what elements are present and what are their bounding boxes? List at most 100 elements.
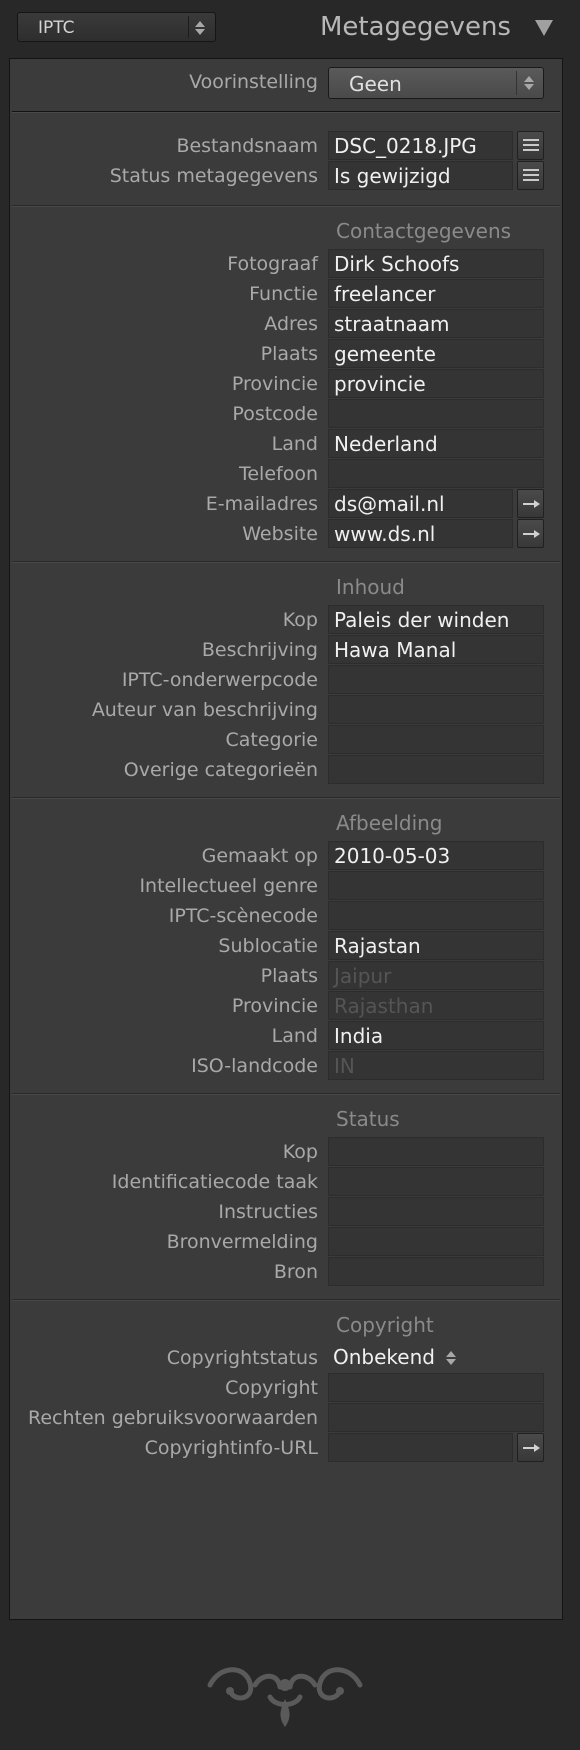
instructions-field[interactable] <box>328 1197 544 1226</box>
field-value: provincie <box>334 372 426 396</box>
field-label: Plaats <box>260 343 318 365</box>
filename-field[interactable]: DSC_0218.JPG <box>328 131 513 160</box>
other-categories-field[interactable] <box>328 755 544 784</box>
field-label: Copyrightinfo-URL <box>144 1437 318 1459</box>
contact-row: Fotograaf Dirk Schoofs <box>10 249 564 279</box>
sublocation-field[interactable]: Rajastan <box>328 931 544 960</box>
copyright-row: Copyright <box>10 1373 564 1403</box>
job-title-field[interactable]: freelancer <box>328 279 544 308</box>
image-row: Plaats Jaipur <box>10 961 564 991</box>
content-row: Categorie <box>10 725 564 755</box>
phone-field[interactable] <box>328 459 544 488</box>
field-label: Bron <box>273 1261 318 1283</box>
contact-row: E-mailadres ds@mail.nl <box>10 489 564 519</box>
address-field[interactable]: straatnaam <box>328 309 544 338</box>
contact-row: Website www.ds.nl <box>10 519 564 549</box>
section-heading-image: Afbeelding <box>336 811 443 835</box>
category-field[interactable] <box>328 725 544 754</box>
subject-code-field[interactable] <box>328 665 544 694</box>
headline-field[interactable]: Paleis der winden <box>328 605 544 634</box>
field-label: Provincie <box>231 373 318 395</box>
image-city-field[interactable]: Jaipur <box>328 961 544 990</box>
date-created-field[interactable]: 2010-05-03 <box>328 841 544 870</box>
field-value: straatnaam <box>334 312 450 336</box>
file-row-filename: Bestandsnaam DSC_0218.JPG <box>10 131 564 161</box>
image-province-field[interactable]: Rajasthan <box>328 991 544 1020</box>
country-field[interactable]: Nederland <box>328 429 544 458</box>
iso-country-code-field[interactable]: IN <box>328 1051 544 1080</box>
contact-row: Land Nederland <box>10 429 564 459</box>
postal-code-field[interactable] <box>328 399 544 428</box>
image-country-field[interactable]: India <box>328 1021 544 1050</box>
copyright-field[interactable] <box>328 1373 544 1402</box>
contact-row: Adres straatnaam <box>10 309 564 339</box>
field-label: Fotograaf <box>227 253 318 275</box>
scene-code-field[interactable] <box>328 901 544 930</box>
email-go-button[interactable] <box>517 489 544 518</box>
description-field[interactable]: Hawa Manal <box>328 635 544 664</box>
job-identifier-field[interactable] <box>328 1167 544 1196</box>
field-label: Provincie <box>231 995 318 1017</box>
status-title-field[interactable] <box>328 1137 544 1166</box>
copyright-status-row: Copyrightstatus Onbekend <box>10 1343 564 1373</box>
source-field[interactable] <box>328 1257 544 1286</box>
field-label: Auteur van beschrijving <box>91 699 318 721</box>
field-label: Kop <box>282 1141 318 1163</box>
field-label: Kop <box>282 609 318 631</box>
panel-end-ornament-icon <box>207 1667 363 1727</box>
list-icon <box>523 138 539 153</box>
file-row-status: Status metagegevens Is gewijzigd <box>10 161 564 191</box>
field-value: Dirk Schoofs <box>334 252 460 276</box>
filename-list-button[interactable] <box>517 131 544 160</box>
status-list-button[interactable] <box>517 161 544 190</box>
stepper-icon <box>446 1349 456 1367</box>
divider <box>12 1299 560 1301</box>
contact-row: Provincie provincie <box>10 369 564 399</box>
image-row: Intellectueel genre <box>10 871 564 901</box>
contact-row: Postcode <box>10 399 564 429</box>
metadata-set-dropdown[interactable]: IPTC <box>17 12 216 42</box>
field-value: 2010-05-03 <box>334 844 451 868</box>
photographer-field[interactable]: Dirk Schoofs <box>328 249 544 278</box>
field-label: Identificatiecode taak <box>111 1171 318 1193</box>
credit-line-field[interactable] <box>328 1227 544 1256</box>
field-label: Bestandsnaam <box>176 135 318 157</box>
list-icon <box>523 168 539 183</box>
field-label: Sublocatie <box>218 935 318 957</box>
field-value: freelancer <box>334 282 436 306</box>
field-value: gemeente <box>334 342 436 366</box>
panel-title[interactable]: Metagegevens <box>320 12 511 42</box>
website-go-button[interactable] <box>517 519 544 548</box>
content-row: Kop Paleis der winden <box>10 605 564 635</box>
section-heading-content: Inhoud <box>336 575 405 599</box>
city-field[interactable]: gemeente <box>328 339 544 368</box>
email-field[interactable]: ds@mail.nl <box>328 489 513 518</box>
content-row: IPTC-onderwerpcode <box>10 665 564 695</box>
collapse-triangle-icon[interactable] <box>535 20 553 36</box>
field-label: Gemaakt op <box>201 845 318 867</box>
status-row: Bron <box>10 1257 564 1287</box>
divider <box>12 111 560 113</box>
copyright-url-go-button[interactable] <box>517 1433 544 1462</box>
rights-usage-terms-field[interactable] <box>328 1403 544 1432</box>
copyright-info-url-field[interactable] <box>328 1433 513 1462</box>
website-field[interactable]: www.ds.nl <box>328 519 513 548</box>
contact-row: Telefoon <box>10 459 564 489</box>
field-value: India <box>334 1024 384 1048</box>
description-writer-field[interactable] <box>328 695 544 724</box>
field-value: DSC_0218.JPG <box>334 134 477 158</box>
field-label: Beschrijving <box>201 639 318 661</box>
metadata-status-field[interactable]: Is gewijzigd <box>328 161 513 190</box>
image-row: Provincie Rajasthan <box>10 991 564 1021</box>
dropdown-divider <box>188 16 189 38</box>
stepper-icon <box>195 19 205 37</box>
field-value: Hawa Manal <box>334 638 457 662</box>
field-label: Bronvermelding <box>166 1231 318 1253</box>
field-label: Intellectueel genre <box>139 875 318 897</box>
province-field[interactable]: provincie <box>328 369 544 398</box>
field-value: Paleis der winden <box>334 608 510 632</box>
field-label: Copyrightstatus <box>166 1347 318 1369</box>
image-row: Sublocatie Rajastan <box>10 931 564 961</box>
intellectual-genre-field[interactable] <box>328 871 544 900</box>
preset-select[interactable]: Geen <box>328 67 544 99</box>
